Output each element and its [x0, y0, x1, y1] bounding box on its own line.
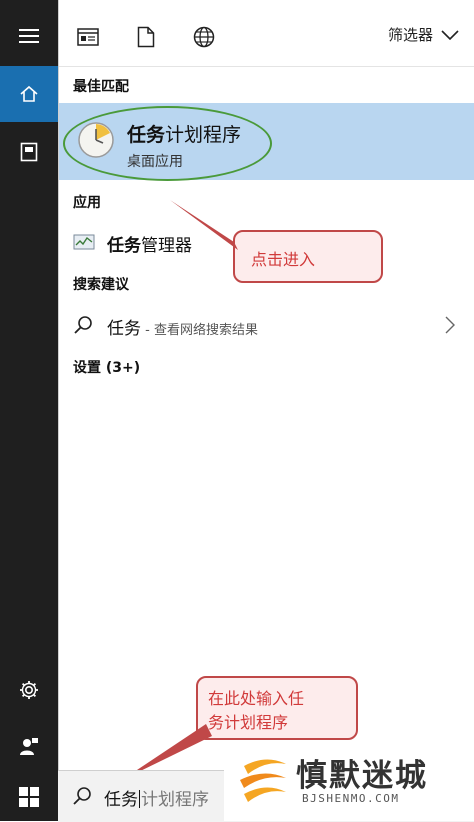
document-icon — [137, 26, 155, 48]
start-sidebar — [0, 0, 58, 821]
apps-scope-button[interactable] — [75, 24, 101, 50]
watermark-url: BJSHENMO.COM — [302, 792, 400, 805]
hamburger-icon — [19, 29, 39, 43]
type-here-callout-line1: 在此处输入任 — [208, 689, 305, 708]
documents-scope-button[interactable] — [133, 24, 159, 50]
user-button[interactable] — [0, 718, 58, 774]
gear-icon — [20, 681, 38, 699]
settings-heading[interactable]: 设置 (3+) — [73, 357, 140, 377]
watermark-logo-icon — [240, 759, 286, 802]
search-results-panel: 筛选器 最佳匹配 任务计划程序 桌面应用 应用 任务管理器 搜索建议 任务 - … — [58, 0, 474, 770]
filter-dropdown[interactable]: 筛选器 — [388, 24, 459, 45]
best-match-item[interactable]: 任务计划程序 桌面应用 — [59, 103, 474, 181]
hamburger-menu-button[interactable] — [0, 8, 58, 64]
highlight-ellipse — [63, 106, 272, 181]
web-scope-button[interactable] — [191, 24, 217, 50]
search-box-icon — [73, 787, 91, 805]
search-suggestions-heading: 搜索建议 — [73, 277, 129, 293]
site-watermark: 慎默迷城 BJSHENMO.COM — [224, 744, 474, 821]
notebook-icon — [20, 142, 38, 162]
windows-logo-icon — [19, 786, 39, 807]
home-button[interactable] — [0, 66, 58, 122]
apps-heading: 应用 — [73, 195, 101, 211]
chevron-down-icon — [441, 29, 459, 40]
type-here-callout-line2: 务计划程序 — [208, 713, 289, 732]
best-match-heading: 最佳匹配 — [73, 79, 129, 95]
globe-icon — [193, 26, 215, 48]
windows-start-button[interactable] — [0, 772, 58, 821]
chevron-right-icon[interactable] — [445, 316, 455, 334]
search-input[interactable]: 任务 计划程序 — [104, 785, 209, 810]
type-here-callout: 在此处输入任 务计划程序 — [196, 676, 358, 740]
app-window-icon — [77, 28, 99, 46]
search-icon — [74, 316, 92, 334]
suggestion-text: 任务 - 查看网络搜索结果 — [107, 319, 258, 339]
click-enter-callout-text: 点击进入 — [251, 250, 316, 269]
app-item-title: 任务管理器 — [107, 236, 192, 256]
task-manager-icon — [73, 234, 95, 250]
search-scope-bar: 筛选器 — [59, 0, 474, 67]
documents-button[interactable] — [0, 124, 58, 180]
web-suggestion-item[interactable]: 任务 - 查看网络搜索结果 — [59, 305, 474, 345]
click-enter-callout: 点击进入 — [233, 230, 383, 283]
watermark-text: 慎默迷城 — [296, 758, 428, 794]
settings-button[interactable] — [0, 662, 58, 718]
home-icon — [20, 85, 38, 102]
filter-label: 筛选器 — [387, 26, 433, 44]
user-feedback-icon — [20, 738, 38, 755]
